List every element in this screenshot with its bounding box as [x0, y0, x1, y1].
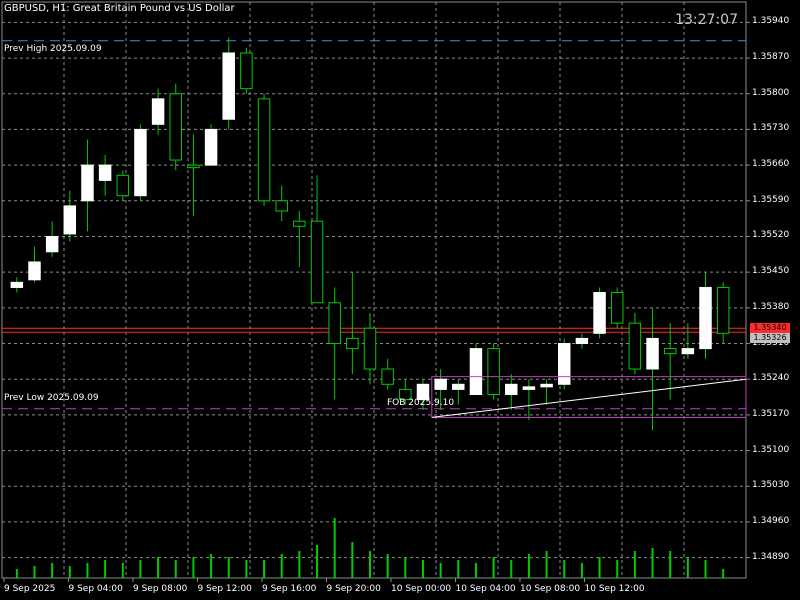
candle-body	[328, 302, 341, 345]
price-tick-label: 1.35030	[752, 480, 790, 491]
candle-body	[187, 164, 200, 169]
candle-body	[469, 348, 483, 395]
price-tick-label: 1.35940	[752, 16, 790, 27]
candle-body	[593, 292, 606, 334]
candle-body	[240, 52, 253, 90]
candle-body	[63, 205, 77, 235]
time-tick-label: 9 Sep 12:00	[197, 584, 252, 594]
price-tick-label: 1.35870	[752, 52, 790, 63]
time-tick-label: 9 Sep 16:00	[262, 584, 317, 594]
candle-body	[293, 220, 306, 227]
candle-body	[310, 220, 324, 304]
price-chart[interactable]	[0, 0, 800, 600]
chart-window[interactable]: GBPUSD, H1: Great Britain Pound vs US Do…	[0, 0, 800, 600]
time-tick-label: 9 Sep 04:00	[68, 584, 123, 594]
price-tick-label: 1.34890	[752, 551, 790, 562]
candle-body	[169, 93, 182, 161]
candle-body	[699, 286, 712, 350]
candle-body	[681, 348, 695, 355]
candle-body	[151, 98, 165, 125]
candle-body	[257, 98, 271, 202]
prev-low-label: Prev Low 2025.09.09	[4, 393, 99, 403]
time-tick-label: 10 Sep 04:00	[455, 584, 516, 594]
candle-body	[575, 337, 589, 345]
price-tick-label: 1.34960	[752, 515, 790, 526]
fob-label: FOB 2025.9.10	[387, 398, 455, 408]
price-tick-label: 1.35450	[752, 266, 790, 277]
time-tick-label: 9 Sep 08:00	[133, 584, 188, 594]
price-tick-label: 1.35380	[752, 301, 790, 312]
candle-body	[505, 383, 518, 395]
price-tick-label: 1.35660	[752, 159, 790, 170]
candle-body	[452, 383, 465, 390]
symbol-title: GBPUSD, H1: Great Britain Pound vs US Do…	[4, 3, 235, 14]
candle-body	[346, 337, 359, 350]
candle-body	[646, 337, 659, 370]
price-tick-label: 1.35170	[752, 408, 790, 419]
candle-body	[204, 128, 218, 166]
candle-body	[98, 164, 112, 181]
candle-body	[81, 164, 94, 202]
candle-body	[716, 286, 730, 334]
candle-body	[540, 383, 553, 388]
time-tick-label: 10 Sep 00:00	[391, 584, 452, 594]
candle-body	[275, 200, 288, 212]
candle-body	[381, 368, 394, 385]
ask-price-tag: 1.35340	[750, 323, 790, 334]
prev-high-label: Prev High 2025.09.09	[4, 44, 102, 54]
price-tick-label: 1.35240	[752, 373, 790, 384]
price-tick-label: 1.35800	[752, 87, 790, 98]
time-tick-label: 10 Sep 12:00	[584, 584, 645, 594]
time-tick-label: 10 Sep 08:00	[520, 584, 581, 594]
price-tick-label: 1.35730	[752, 123, 790, 134]
candle-body	[363, 327, 377, 370]
price-tick-label: 1.35590	[752, 194, 790, 205]
candle-body	[558, 343, 571, 385]
candle-body	[10, 281, 24, 288]
candle-body	[45, 235, 59, 253]
candle-body	[434, 378, 447, 390]
time-tick-label: 9 Sep 20:00	[326, 584, 381, 594]
candle-body	[116, 174, 130, 197]
price-tick-label: 1.35520	[752, 230, 790, 241]
time-tick-label: 9 Sep 2025	[4, 584, 56, 594]
candle-body	[28, 261, 41, 281]
candle-body	[522, 386, 536, 390]
server-clock: 13:27:07	[675, 12, 738, 28]
bid-price-tag: 1.35326	[750, 333, 790, 344]
candle-body	[663, 348, 677, 355]
candle-body	[487, 348, 500, 395]
candle-body	[222, 52, 235, 120]
candle-body	[134, 128, 147, 197]
candle-body	[628, 322, 642, 370]
candle-body	[610, 292, 624, 324]
price-tick-label: 1.35100	[752, 444, 790, 455]
